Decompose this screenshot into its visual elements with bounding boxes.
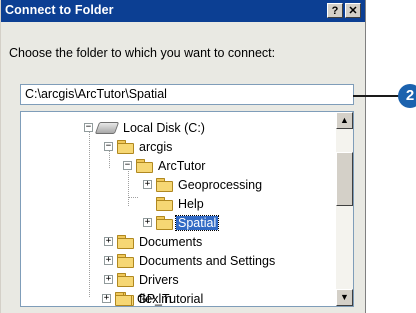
- dialog-title: Connect to Folder: [5, 3, 114, 17]
- tree-connector: [128, 197, 138, 198]
- expand-icon[interactable]: +: [104, 256, 113, 265]
- tree-item-label: arcgis: [139, 139, 173, 154]
- folder-icon: [156, 197, 173, 211]
- tree-item-label: Geoprocessing: [178, 177, 263, 192]
- expand-icon[interactable]: +: [104, 237, 113, 246]
- folder-tree[interactable]: − Local Disk (C:) − arcgis − ArcTutor + …: [20, 111, 354, 307]
- step-callout-badge: 2: [398, 84, 416, 108]
- folder-icon: [117, 235, 134, 249]
- folder-icon: [117, 254, 134, 268]
- tree-item-geoprocessing[interactable]: + Geoprocessing: [143, 175, 264, 194]
- drive-icon: [94, 121, 120, 134]
- close-button[interactable]: ✕: [345, 3, 361, 18]
- tree-item-label: Local Disk (C:): [123, 120, 205, 135]
- scroll-down-icon[interactable]: ▼: [336, 289, 353, 306]
- folder-icon: [115, 292, 132, 306]
- tree-connector: [89, 132, 90, 297]
- expand-icon[interactable]: +: [143, 218, 152, 227]
- tree-item-label: ArcTutor: [158, 158, 206, 173]
- tree-item-label: GP_Tutorial: [137, 291, 204, 306]
- tree-item-documents-and-settings[interactable]: + Documents and Settings: [104, 251, 277, 270]
- folder-path-input[interactable]: C:\arcgis\ArcTutor\Spatial: [20, 84, 354, 105]
- tree-item-gp-tutorial[interactable]: + GP_Tutorial: [102, 289, 205, 308]
- tree-item-help[interactable]: Help: [143, 194, 206, 213]
- scroll-up-icon[interactable]: ▲: [336, 112, 353, 129]
- tree-item-documents[interactable]: + Documents: [104, 232, 204, 251]
- tree-item-label: Drivers: [139, 272, 179, 287]
- folder-icon: [117, 140, 134, 154]
- tree-item-arctutor[interactable]: − ArcTutor: [123, 156, 207, 175]
- expand-icon[interactable]: +: [102, 294, 111, 303]
- prompt-label: Choose the folder to which you want to c…: [9, 46, 276, 60]
- tree-item-arcgis[interactable]: − arcgis: [104, 137, 174, 156]
- collapse-icon[interactable]: −: [123, 161, 132, 170]
- collapse-icon[interactable]: −: [104, 142, 113, 151]
- scroll-thumb[interactable]: [336, 152, 353, 206]
- collapse-icon[interactable]: −: [84, 123, 93, 132]
- expand-icon[interactable]: +: [143, 180, 152, 189]
- folder-open-icon: [136, 159, 153, 173]
- tree-item-label: Help: [178, 196, 204, 211]
- tree-item-drivers[interactable]: + Drivers: [104, 270, 181, 289]
- folder-open-icon: [156, 216, 173, 230]
- help-button[interactable]: ?: [327, 3, 343, 18]
- connect-to-folder-dialog: Connect to Folder ? ✕ Choose the folder …: [0, 0, 366, 313]
- tree-item-label: Spatial: [174, 214, 220, 231]
- title-bar[interactable]: Connect to Folder ? ✕: [1, 0, 365, 22]
- tree-item-label: Documents and Settings: [139, 253, 276, 268]
- folder-icon: [156, 178, 173, 192]
- vertical-scrollbar[interactable]: ▲ ▼: [336, 112, 353, 306]
- tree-item-local-disk[interactable]: − Local Disk (C:): [84, 118, 207, 137]
- folder-icon: [117, 273, 134, 287]
- callout-line: [353, 95, 402, 97]
- tree-item-label: Documents: [139, 234, 203, 249]
- tree-item-spatial[interactable]: + Spatial: [143, 213, 220, 232]
- expand-icon[interactable]: +: [104, 275, 113, 284]
